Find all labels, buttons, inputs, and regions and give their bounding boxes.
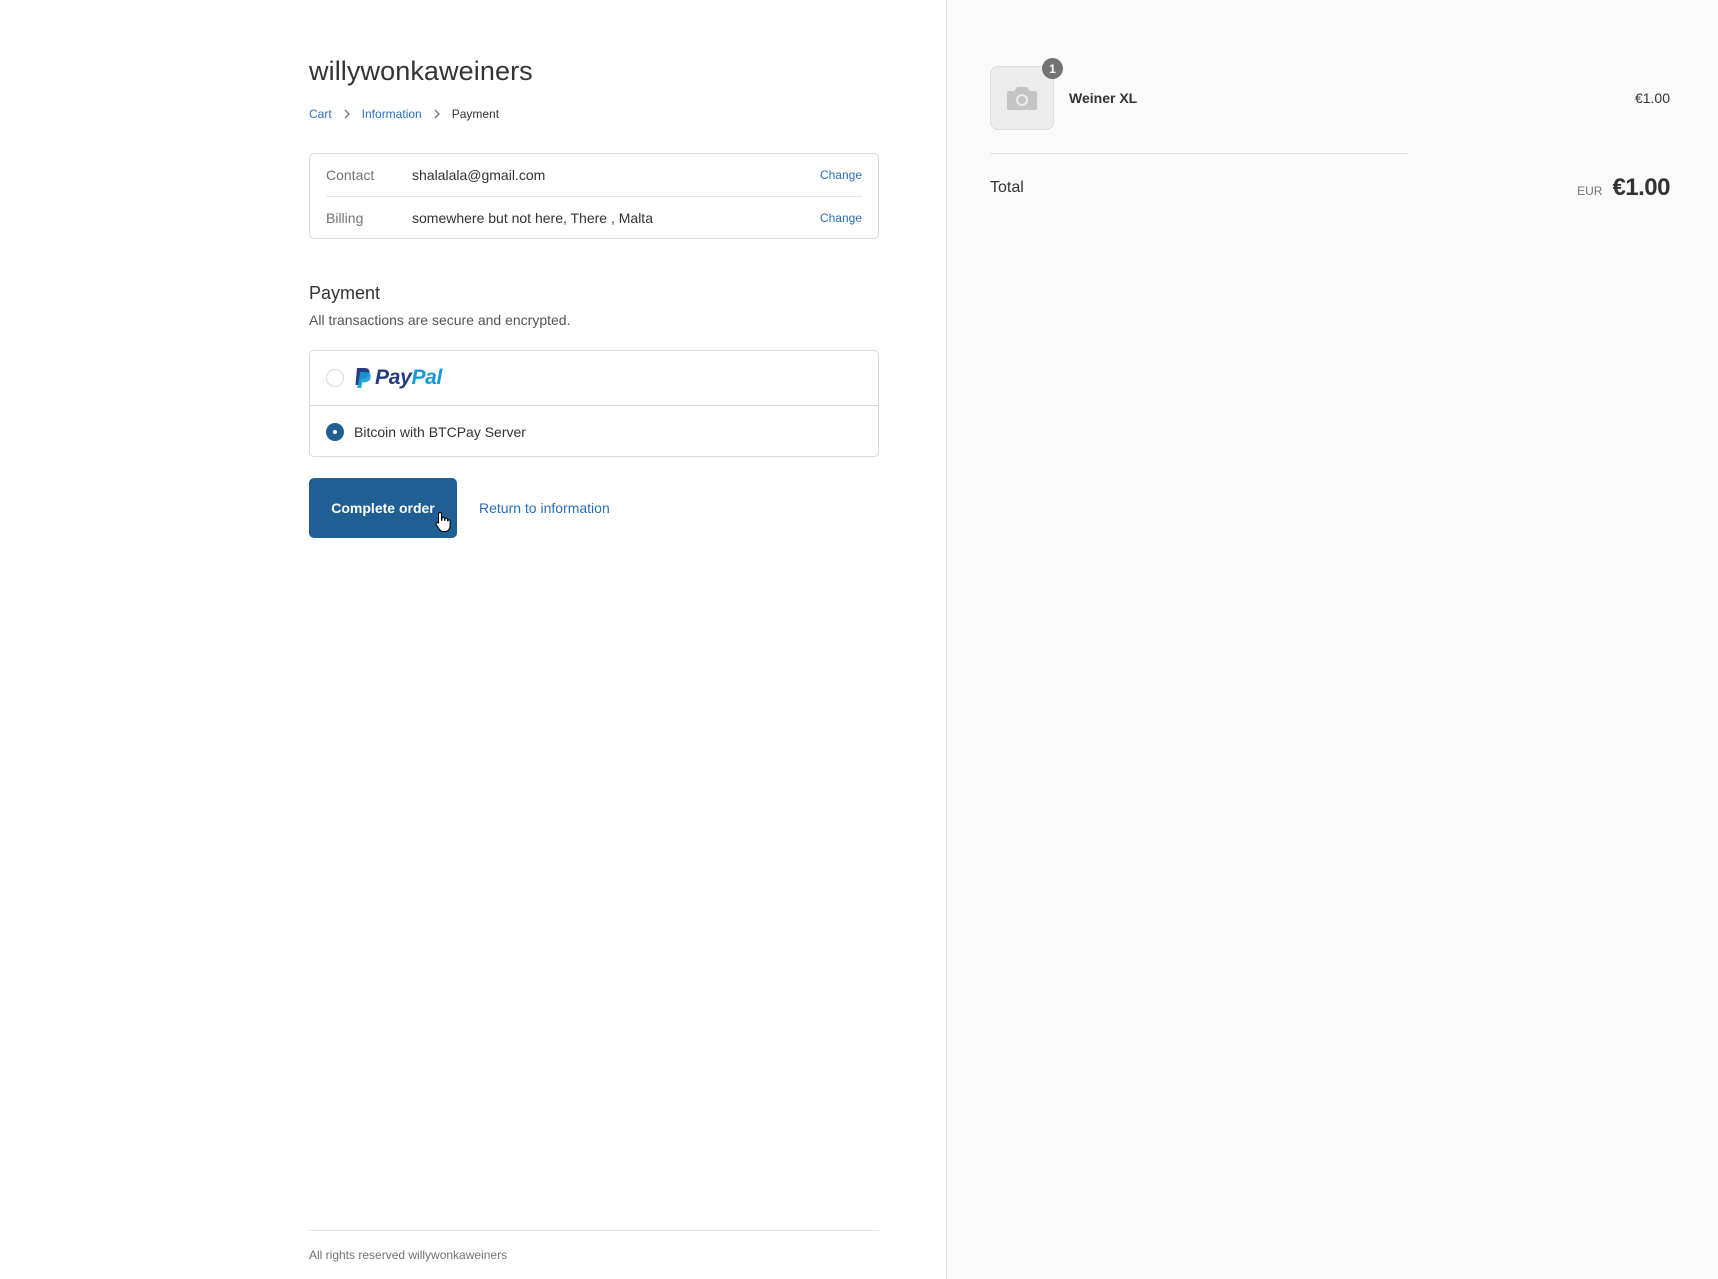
chevron-right-icon [341, 108, 353, 120]
paypal-p-icon [355, 368, 371, 388]
shop-title[interactable]: willywonkaweiners [309, 56, 533, 87]
checkout-main: willywonkaweiners Cart Information Payme… [0, 0, 946, 1279]
paypal-wordmark-pal: Pal [411, 366, 443, 389]
payment-section-subtitle: All transactions are secure and encrypte… [309, 312, 571, 328]
checkout-page: willywonkaweiners Cart Information Payme… [0, 0, 1718, 1279]
product-price: €1.00 [1634, 90, 1670, 106]
review-label: Billing [326, 210, 364, 226]
product-name: Weiner XL [1069, 90, 1138, 106]
breadcrumb: Cart Information Payment [309, 107, 499, 121]
order-summary: 1 Weiner XL €1.00 Total EUR €1.00 [946, 0, 1718, 1279]
review-label: Contact [326, 167, 375, 183]
review-value: somewhere but not here, There , Malta [412, 210, 653, 226]
review-row-contact: Contact shalalala@gmail.com Change [326, 154, 862, 197]
review-row-billing: Billing somewhere but not here, There , … [326, 197, 862, 239]
breadcrumb-cart[interactable]: Cart [309, 107, 332, 121]
total-value: €1.00 [1612, 174, 1670, 201]
footer-copyright: All rights reserved willywonkaweiners [309, 1248, 508, 1262]
total-label: Total [990, 179, 1024, 196]
btcpay-label: Bitcoin with BTCPay Server [354, 423, 526, 440]
payment-section-title: Payment [309, 283, 381, 303]
payment-methods: PayPal Bitcoin with BTCPay Server [309, 350, 879, 457]
breadcrumb-information[interactable]: Information [362, 107, 422, 121]
currency-code: EUR [1577, 184, 1603, 198]
change-billing-link[interactable]: Change [820, 211, 862, 225]
review-value: shalalala@gmail.com [412, 167, 546, 183]
btcpay-radio[interactable] [326, 422, 344, 441]
return-to-information-link[interactable]: Return to information [479, 500, 610, 516]
change-contact-link[interactable]: Change [820, 168, 862, 182]
payment-method-btcpay[interactable]: Bitcoin with BTCPay Server [310, 406, 878, 457]
camera-icon [1007, 87, 1037, 110]
total-amount: EUR €1.00 [1577, 174, 1670, 202]
paypal-wordmark-pay: Pay [375, 366, 412, 389]
footer-divider [309, 1230, 879, 1231]
payment-method-paypal[interactable]: PayPal [310, 351, 878, 406]
checkout-main-content: willywonkaweiners Cart Information Payme… [309, 0, 881, 1279]
chevron-right-icon [431, 108, 443, 120]
paypal-radio[interactable] [326, 369, 344, 387]
complete-order-button[interactable]: Complete order [309, 478, 457, 538]
breadcrumb-payment: Payment [451, 107, 500, 121]
summary-divider [990, 153, 1408, 154]
paypal-logo: PayPal [354, 366, 442, 390]
review-block: Contact shalalala@gmail.com Change Billi… [309, 153, 879, 239]
quantity-badge: 1 [1042, 58, 1063, 79]
paypal-wordmark: PayPal [375, 366, 442, 390]
